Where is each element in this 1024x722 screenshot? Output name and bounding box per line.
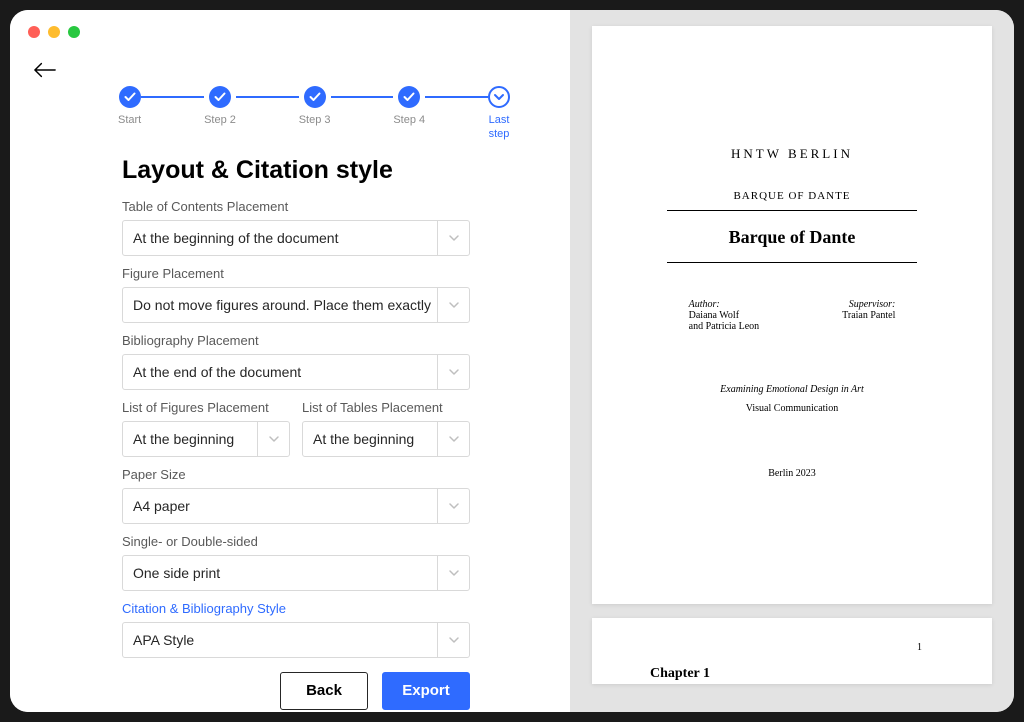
preview-pane: HNTW BERLIN BARQUE OF DANTE Barque of Da…	[570, 10, 1014, 712]
step-circle-done	[119, 86, 141, 108]
step-label: Step 2	[204, 114, 236, 128]
document-title: Barque of Dante	[640, 227, 944, 248]
step-start: Start	[118, 86, 141, 128]
check-icon	[214, 92, 226, 102]
meta-row: Author: Daiana Wolf and Patricia Leon Su…	[689, 299, 896, 332]
chevron-down-icon	[493, 92, 505, 102]
preview-page-2: 1 Chapter 1	[592, 618, 992, 684]
step-label: Step 4	[393, 114, 425, 128]
step-connector	[236, 96, 299, 98]
form-pane: Start Step 2 Step 3 Step 4	[10, 10, 570, 712]
sided-select[interactable]: One side print	[122, 555, 470, 591]
select-value: Do not move figures around. Place them e…	[133, 297, 431, 313]
minimize-window-button[interactable]	[48, 26, 60, 38]
author-label: Author:	[689, 299, 760, 310]
select-value: At the end of the document	[133, 364, 301, 380]
author-block: Author: Daiana Wolf and Patricia Leon	[689, 299, 760, 332]
step-circle-done	[398, 86, 420, 108]
chevron-down-icon	[437, 355, 469, 389]
check-icon	[124, 92, 136, 102]
arrow-left-icon	[34, 62, 56, 78]
step-label: Last step	[489, 114, 510, 142]
step-connector	[425, 96, 488, 98]
chevron-down-icon	[437, 556, 469, 590]
step-3: Step 3	[299, 86, 331, 128]
close-window-button[interactable]	[28, 26, 40, 38]
field-label: Bibliography Placement	[122, 333, 470, 348]
export-button[interactable]: Export	[382, 672, 470, 710]
select-value: At the beginning of the document	[133, 230, 338, 246]
lot-placement-select[interactable]: At the beginning	[302, 421, 470, 457]
field-label: Single- or Double-sided	[122, 534, 470, 549]
window-controls	[10, 10, 570, 46]
field-label: List of Tables Placement	[302, 400, 470, 415]
zoom-window-button[interactable]	[68, 26, 80, 38]
field-paper-size: Paper Size A4 paper	[122, 467, 470, 524]
divider	[667, 262, 916, 263]
field-label: Paper Size	[122, 467, 470, 482]
field-label: List of Figures Placement	[122, 400, 290, 415]
field-lof-placement: List of Figures Placement At the beginni…	[122, 400, 290, 457]
figure-placement-select[interactable]: Do not move figures around. Place them e…	[122, 287, 470, 323]
step-circle-current	[488, 86, 510, 108]
page-title: Layout & Citation style	[122, 156, 470, 185]
step-label: Step 3	[299, 114, 331, 128]
back-button[interactable]: Back	[280, 672, 368, 710]
chevron-down-icon	[437, 489, 469, 523]
subtitle: Examining Emotional Design in Art	[640, 384, 944, 395]
step-4: Step 4	[393, 86, 425, 128]
page-number: 1	[917, 642, 922, 653]
lof-placement-select[interactable]: At the beginning	[122, 421, 290, 457]
bibliography-placement-select[interactable]: At the end of the document	[122, 354, 470, 390]
step-2: Step 2	[204, 86, 236, 128]
field-bibliography-placement: Bibliography Placement At the end of the…	[122, 333, 470, 390]
chevron-down-icon	[437, 221, 469, 255]
authors: Daiana Wolf and Patricia Leon	[689, 310, 760, 332]
chevron-down-icon	[437, 422, 469, 456]
chevron-down-icon	[437, 288, 469, 322]
field-lot-placement: List of Tables Placement At the beginnin…	[302, 400, 470, 457]
field-label: Figure Placement	[122, 266, 470, 281]
select-value: APA Style	[133, 632, 194, 648]
supervisor: Traian Pantel	[842, 310, 895, 321]
field-figure-placement: Figure Placement Do not move figures aro…	[122, 266, 470, 323]
divider	[667, 210, 916, 211]
step-circle-done	[304, 86, 326, 108]
subinstitution: BARQUE OF DANTE	[640, 190, 944, 202]
program: Visual Communication	[640, 403, 944, 414]
step-last: Last step	[488, 86, 510, 142]
check-icon	[309, 92, 321, 102]
field-toc-placement: Table of Contents Placement At the begin…	[122, 199, 470, 256]
chevron-down-icon	[437, 623, 469, 657]
field-label: Table of Contents Placement	[122, 199, 470, 214]
form-content: Layout & Citation style Table of Content…	[10, 142, 570, 710]
select-value: At the beginning	[133, 431, 234, 447]
preview-page-1: HNTW BERLIN BARQUE OF DANTE Barque of Da…	[592, 26, 992, 604]
step-circle-done	[209, 86, 231, 108]
progress-stepper: Start Step 2 Step 3 Step 4	[118, 86, 510, 142]
toc-placement-select[interactable]: At the beginning of the document	[122, 220, 470, 256]
chapter-heading: Chapter 1	[650, 666, 934, 682]
select-value: A4 paper	[133, 498, 190, 514]
step-label: Start	[118, 114, 141, 128]
city-year: Berlin 2023	[640, 468, 944, 479]
check-icon	[403, 92, 415, 102]
supervisor-block: Supervisor: Traian Pantel	[842, 299, 895, 332]
chevron-down-icon	[257, 422, 289, 456]
select-value: At the beginning	[313, 431, 414, 447]
field-label-link[interactable]: Citation & Bibliography Style	[122, 601, 470, 616]
paper-size-select[interactable]: A4 paper	[122, 488, 470, 524]
step-connector	[141, 96, 204, 98]
app-window: Start Step 2 Step 3 Step 4	[10, 10, 1014, 712]
back-arrow-button[interactable]	[34, 60, 62, 80]
button-row: Back Export	[122, 672, 470, 710]
supervisor-label: Supervisor:	[842, 299, 895, 310]
field-sided: Single- or Double-sided One side print	[122, 534, 470, 591]
select-value: One side print	[133, 565, 220, 581]
two-column-row: List of Figures Placement At the beginni…	[122, 400, 470, 467]
institution: HNTW BERLIN	[640, 146, 944, 162]
field-citation-style: Citation & Bibliography Style APA Style	[122, 601, 470, 658]
citation-style-select[interactable]: APA Style	[122, 622, 470, 658]
step-connector	[331, 96, 394, 98]
